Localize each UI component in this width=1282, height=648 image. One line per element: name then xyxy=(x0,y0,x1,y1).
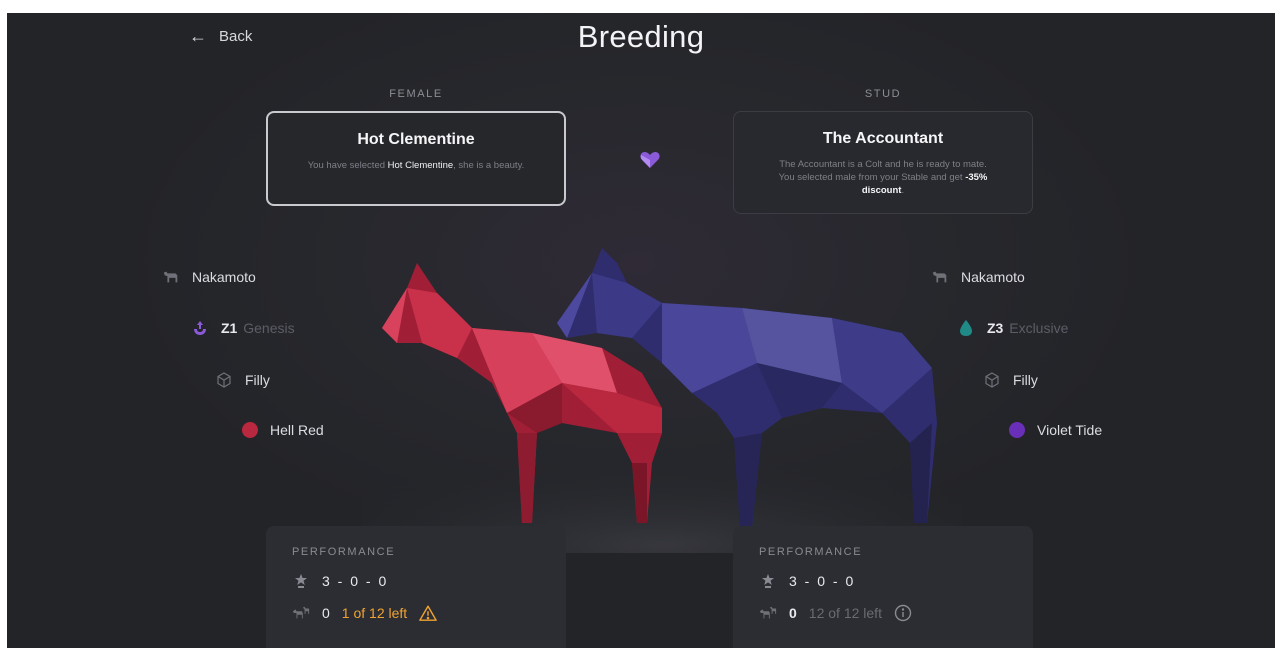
female-gender: Filly xyxy=(245,372,270,388)
stud-performance-label: PERFORMANCE xyxy=(759,546,863,558)
female-record-row: 3 - 0 - 0 xyxy=(292,572,540,590)
foal-icon xyxy=(292,604,310,622)
female-zone: Z1 xyxy=(221,320,238,336)
female-record: 3 - 0 - 0 xyxy=(322,573,389,589)
female-breed-row: Nakamoto xyxy=(162,268,256,286)
stud-zone-row: Z3 Exclusive xyxy=(957,319,1068,337)
horses-illustration xyxy=(362,248,962,553)
stud-color-name: Violet Tide xyxy=(1037,422,1103,438)
stud-record-row: 3 - 0 - 0 xyxy=(759,572,1007,590)
genesis-zone-icon xyxy=(191,319,209,337)
female-gender-row: Filly xyxy=(215,371,270,389)
trophy-icon xyxy=(759,572,777,590)
stud-offspring-count: 0 xyxy=(789,605,797,621)
female-breed: Nakamoto xyxy=(192,269,256,285)
female-color-name: Hell Red xyxy=(270,422,324,438)
stud-record: 3 - 0 - 0 xyxy=(789,573,856,589)
horse-icon xyxy=(162,268,180,286)
stud-breed: Nakamoto xyxy=(961,269,1025,285)
heart-icon xyxy=(640,151,660,168)
color-swatch-icon xyxy=(1009,422,1025,438)
female-offspring-count: 0 xyxy=(322,605,330,621)
stud-color-row: Violet Tide xyxy=(1009,422,1102,438)
trophy-icon xyxy=(292,572,310,590)
female-performance-panel: PERFORMANCE 3 - 0 - 0 0 1 of 12 left xyxy=(266,526,566,648)
warning-icon[interactable] xyxy=(419,604,438,622)
info-icon[interactable] xyxy=(894,604,912,622)
female-name: Hot Clementine xyxy=(357,131,475,148)
female-column-label: FEMALE xyxy=(389,88,443,100)
female-offspring-row: 0 1 of 12 left xyxy=(292,604,540,622)
foal-icon xyxy=(759,604,777,622)
breeding-screen: ← Back Breeding FEMALE STUD Hot Clementi… xyxy=(7,13,1275,648)
cube-icon xyxy=(215,371,233,389)
stud-zone-type: Exclusive xyxy=(1009,320,1069,336)
color-swatch-icon xyxy=(242,422,258,438)
stud-performance-panel: PERFORMANCE 3 - 0 - 0 0 12 of 12 left xyxy=(733,526,1033,648)
stud-gender-row: Filly xyxy=(983,371,1038,389)
cube-icon xyxy=(983,371,1001,389)
stud-gender: Filly xyxy=(1013,372,1038,388)
page-title: Breeding xyxy=(577,19,705,54)
stud-breeds-left: 12 of 12 left xyxy=(808,605,882,621)
stud-zone: Z3 xyxy=(987,320,1004,336)
stud-column-label: STUD xyxy=(864,88,902,100)
stud-name: The Accountant xyxy=(822,130,944,147)
female-zone-type: Genesis xyxy=(243,320,295,336)
female-color-row: Hell Red xyxy=(242,422,324,438)
female-description: You have selected Hot Clementine, she is… xyxy=(307,160,525,171)
female-zone-row: Z1 Genesis xyxy=(191,319,295,337)
female-performance-label: PERFORMANCE xyxy=(292,546,396,558)
stud-offspring-row: 0 12 of 12 left xyxy=(759,604,1007,622)
female-select-card[interactable]: Hot Clementine You have selected Hot Cle… xyxy=(266,111,566,206)
stud-select-card[interactable]: The Accountant The Accountant is a Colt … xyxy=(733,111,1033,214)
female-breeds-left: 1 of 12 left xyxy=(341,605,408,621)
stud-description: The Accountant is a Colt and he is ready… xyxy=(778,159,988,196)
